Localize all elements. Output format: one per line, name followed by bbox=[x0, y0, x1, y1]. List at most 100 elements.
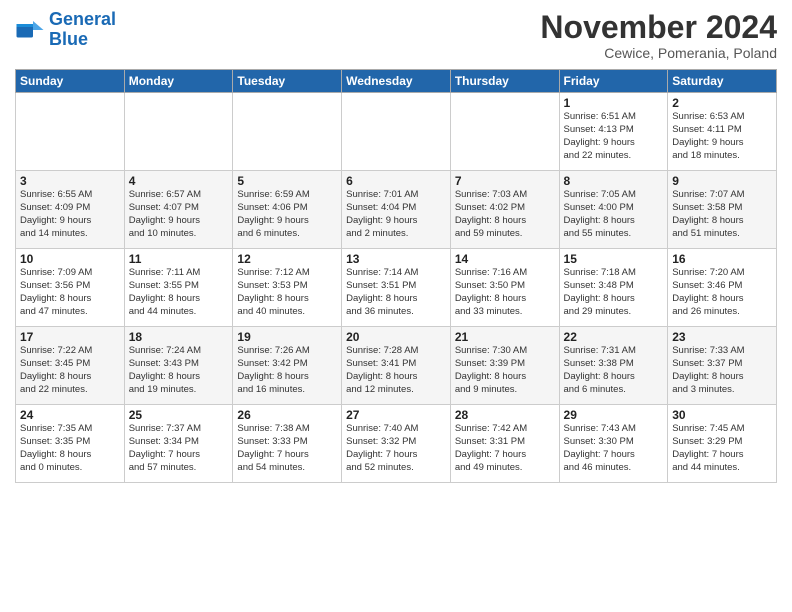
table-row: 8Sunrise: 7:05 AMSunset: 4:00 PMDaylight… bbox=[559, 171, 668, 249]
day-info: Sunrise: 7:31 AMSunset: 3:38 PMDaylight:… bbox=[564, 345, 664, 396]
table-row: 29Sunrise: 7:43 AMSunset: 3:30 PMDayligh… bbox=[559, 405, 668, 483]
table-row: 12Sunrise: 7:12 AMSunset: 3:53 PMDayligh… bbox=[233, 249, 342, 327]
day-info: Sunrise: 7:37 AMSunset: 3:34 PMDaylight:… bbox=[129, 423, 229, 474]
table-row: 11Sunrise: 7:11 AMSunset: 3:55 PMDayligh… bbox=[124, 249, 233, 327]
day-info: Sunrise: 7:28 AMSunset: 3:41 PMDaylight:… bbox=[346, 345, 446, 396]
day-number: 6 bbox=[346, 174, 446, 188]
logo: General Blue bbox=[15, 10, 116, 50]
table-row: 9Sunrise: 7:07 AMSunset: 3:58 PMDaylight… bbox=[668, 171, 777, 249]
day-number: 28 bbox=[455, 408, 555, 422]
day-info: Sunrise: 7:45 AMSunset: 3:29 PMDaylight:… bbox=[672, 423, 772, 474]
day-info: Sunrise: 6:57 AMSunset: 4:07 PMDaylight:… bbox=[129, 189, 229, 240]
table-row: 15Sunrise: 7:18 AMSunset: 3:48 PMDayligh… bbox=[559, 249, 668, 327]
day-number: 11 bbox=[129, 252, 229, 266]
table-row: 14Sunrise: 7:16 AMSunset: 3:50 PMDayligh… bbox=[450, 249, 559, 327]
table-row bbox=[450, 93, 559, 171]
day-info: Sunrise: 7:11 AMSunset: 3:55 PMDaylight:… bbox=[129, 267, 229, 318]
day-info: Sunrise: 7:42 AMSunset: 3:31 PMDaylight:… bbox=[455, 423, 555, 474]
header-sunday: Sunday bbox=[16, 70, 125, 93]
table-row: 18Sunrise: 7:24 AMSunset: 3:43 PMDayligh… bbox=[124, 327, 233, 405]
day-number: 12 bbox=[237, 252, 337, 266]
day-info: Sunrise: 7:01 AMSunset: 4:04 PMDaylight:… bbox=[346, 189, 446, 240]
title-area: November 2024 Cewice, Pomerania, Poland bbox=[540, 10, 777, 61]
header-tuesday: Tuesday bbox=[233, 70, 342, 93]
month-title: November 2024 bbox=[540, 10, 777, 45]
table-row: 30Sunrise: 7:45 AMSunset: 3:29 PMDayligh… bbox=[668, 405, 777, 483]
table-row bbox=[124, 93, 233, 171]
day-number: 24 bbox=[20, 408, 120, 422]
day-info: Sunrise: 7:07 AMSunset: 3:58 PMDaylight:… bbox=[672, 189, 772, 240]
day-info: Sunrise: 7:03 AMSunset: 4:02 PMDaylight:… bbox=[455, 189, 555, 240]
day-info: Sunrise: 7:05 AMSunset: 4:00 PMDaylight:… bbox=[564, 189, 664, 240]
calendar-week-row: 3Sunrise: 6:55 AMSunset: 4:09 PMDaylight… bbox=[16, 171, 777, 249]
day-info: Sunrise: 6:53 AMSunset: 4:11 PMDaylight:… bbox=[672, 111, 772, 162]
table-row: 2Sunrise: 6:53 AMSunset: 4:11 PMDaylight… bbox=[668, 93, 777, 171]
day-number: 9 bbox=[672, 174, 772, 188]
day-info: Sunrise: 7:30 AMSunset: 3:39 PMDaylight:… bbox=[455, 345, 555, 396]
day-number: 14 bbox=[455, 252, 555, 266]
logo-icon bbox=[15, 15, 45, 45]
table-row: 22Sunrise: 7:31 AMSunset: 3:38 PMDayligh… bbox=[559, 327, 668, 405]
day-info: Sunrise: 6:55 AMSunset: 4:09 PMDaylight:… bbox=[20, 189, 120, 240]
day-info: Sunrise: 7:20 AMSunset: 3:46 PMDaylight:… bbox=[672, 267, 772, 318]
day-info: Sunrise: 7:22 AMSunset: 3:45 PMDaylight:… bbox=[20, 345, 120, 396]
day-info: Sunrise: 6:51 AMSunset: 4:13 PMDaylight:… bbox=[564, 111, 664, 162]
day-number: 25 bbox=[129, 408, 229, 422]
logo-text: General Blue bbox=[49, 10, 116, 50]
table-row: 23Sunrise: 7:33 AMSunset: 3:37 PMDayligh… bbox=[668, 327, 777, 405]
day-number: 27 bbox=[346, 408, 446, 422]
day-info: Sunrise: 7:12 AMSunset: 3:53 PMDaylight:… bbox=[237, 267, 337, 318]
table-row: 6Sunrise: 7:01 AMSunset: 4:04 PMDaylight… bbox=[342, 171, 451, 249]
calendar-week-row: 10Sunrise: 7:09 AMSunset: 3:56 PMDayligh… bbox=[16, 249, 777, 327]
page: General Blue November 2024 Cewice, Pomer… bbox=[0, 0, 792, 612]
header-saturday: Saturday bbox=[668, 70, 777, 93]
day-info: Sunrise: 7:24 AMSunset: 3:43 PMDaylight:… bbox=[129, 345, 229, 396]
table-row bbox=[233, 93, 342, 171]
table-row: 28Sunrise: 7:42 AMSunset: 3:31 PMDayligh… bbox=[450, 405, 559, 483]
day-info: Sunrise: 7:26 AMSunset: 3:42 PMDaylight:… bbox=[237, 345, 337, 396]
day-info: Sunrise: 7:40 AMSunset: 3:32 PMDaylight:… bbox=[346, 423, 446, 474]
day-number: 5 bbox=[237, 174, 337, 188]
table-row: 3Sunrise: 6:55 AMSunset: 4:09 PMDaylight… bbox=[16, 171, 125, 249]
day-info: Sunrise: 7:35 AMSunset: 3:35 PMDaylight:… bbox=[20, 423, 120, 474]
logo-line2: Blue bbox=[49, 30, 116, 50]
logo-line1: General bbox=[49, 9, 116, 29]
table-row: 24Sunrise: 7:35 AMSunset: 3:35 PMDayligh… bbox=[16, 405, 125, 483]
table-row bbox=[16, 93, 125, 171]
day-number: 13 bbox=[346, 252, 446, 266]
calendar: Sunday Monday Tuesday Wednesday Thursday… bbox=[15, 69, 777, 483]
day-info: Sunrise: 6:59 AMSunset: 4:06 PMDaylight:… bbox=[237, 189, 337, 240]
day-number: 30 bbox=[672, 408, 772, 422]
day-number: 22 bbox=[564, 330, 664, 344]
calendar-header-row: Sunday Monday Tuesday Wednesday Thursday… bbox=[16, 70, 777, 93]
table-row: 26Sunrise: 7:38 AMSunset: 3:33 PMDayligh… bbox=[233, 405, 342, 483]
day-number: 20 bbox=[346, 330, 446, 344]
table-row: 13Sunrise: 7:14 AMSunset: 3:51 PMDayligh… bbox=[342, 249, 451, 327]
subtitle: Cewice, Pomerania, Poland bbox=[540, 45, 777, 61]
table-row: 27Sunrise: 7:40 AMSunset: 3:32 PMDayligh… bbox=[342, 405, 451, 483]
day-number: 16 bbox=[672, 252, 772, 266]
day-number: 10 bbox=[20, 252, 120, 266]
day-info: Sunrise: 7:43 AMSunset: 3:30 PMDaylight:… bbox=[564, 423, 664, 474]
calendar-week-row: 17Sunrise: 7:22 AMSunset: 3:45 PMDayligh… bbox=[16, 327, 777, 405]
table-row bbox=[342, 93, 451, 171]
day-info: Sunrise: 7:14 AMSunset: 3:51 PMDaylight:… bbox=[346, 267, 446, 318]
day-info: Sunrise: 7:16 AMSunset: 3:50 PMDaylight:… bbox=[455, 267, 555, 318]
day-info: Sunrise: 7:18 AMSunset: 3:48 PMDaylight:… bbox=[564, 267, 664, 318]
table-row: 7Sunrise: 7:03 AMSunset: 4:02 PMDaylight… bbox=[450, 171, 559, 249]
day-number: 7 bbox=[455, 174, 555, 188]
header-thursday: Thursday bbox=[450, 70, 559, 93]
day-info: Sunrise: 7:33 AMSunset: 3:37 PMDaylight:… bbox=[672, 345, 772, 396]
calendar-week-row: 24Sunrise: 7:35 AMSunset: 3:35 PMDayligh… bbox=[16, 405, 777, 483]
header: General Blue November 2024 Cewice, Pomer… bbox=[15, 10, 777, 61]
table-row: 20Sunrise: 7:28 AMSunset: 3:41 PMDayligh… bbox=[342, 327, 451, 405]
calendar-week-row: 1Sunrise: 6:51 AMSunset: 4:13 PMDaylight… bbox=[16, 93, 777, 171]
table-row: 25Sunrise: 7:37 AMSunset: 3:34 PMDayligh… bbox=[124, 405, 233, 483]
day-number: 17 bbox=[20, 330, 120, 344]
day-number: 4 bbox=[129, 174, 229, 188]
day-number: 19 bbox=[237, 330, 337, 344]
table-row: 4Sunrise: 6:57 AMSunset: 4:07 PMDaylight… bbox=[124, 171, 233, 249]
day-number: 15 bbox=[564, 252, 664, 266]
table-row: 16Sunrise: 7:20 AMSunset: 3:46 PMDayligh… bbox=[668, 249, 777, 327]
day-number: 23 bbox=[672, 330, 772, 344]
